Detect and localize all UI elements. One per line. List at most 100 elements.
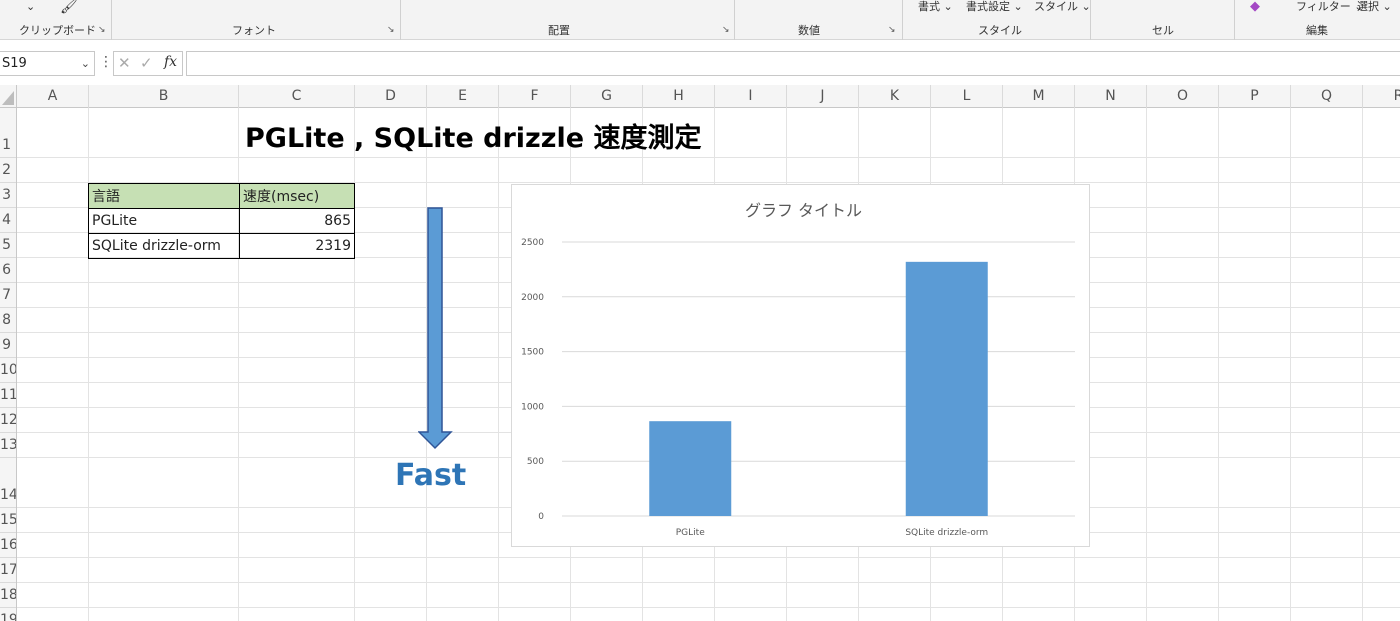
ribbon-conditional-format-button[interactable]: 書式設定 ⌄ xyxy=(966,0,1023,14)
column-header-i[interactable]: I xyxy=(715,85,787,108)
row-header-10[interactable]: 10 xyxy=(0,358,16,383)
alignment-launcher-icon[interactable]: ↘ xyxy=(722,25,730,35)
grid-row-line xyxy=(17,582,1400,583)
row-header-4[interactable]: 4 xyxy=(0,208,16,233)
grid-row-line xyxy=(17,157,1400,158)
function-icon[interactable]: fx xyxy=(164,54,177,70)
row-header-5[interactable]: 5 xyxy=(0,233,16,258)
column-header-d[interactable]: D xyxy=(355,85,427,108)
row-header-19[interactable]: 19 xyxy=(0,608,16,621)
column-header-g[interactable]: G xyxy=(571,85,643,108)
table-header-speed[interactable]: 速度(msec) xyxy=(239,183,355,209)
row-header-11[interactable]: 11 xyxy=(0,383,16,408)
x-tick-label: PGLite xyxy=(676,528,705,538)
column-header-l[interactable]: L xyxy=(931,85,1003,108)
table-header-row: 言語 速度(msec) xyxy=(88,183,355,209)
row-header-3[interactable]: 3 xyxy=(0,183,16,208)
group-style-label: スタイル xyxy=(978,24,1022,37)
grid-column-line xyxy=(1218,108,1219,621)
sheet-title[interactable]: PGLite , SQLite drizzle 速度測定 xyxy=(245,116,701,155)
group-clipboard-label: クリップボード xyxy=(19,24,96,37)
name-box[interactable]: S19 ⌄ xyxy=(0,51,95,76)
column-header-m[interactable]: M xyxy=(1003,85,1075,108)
ribbon-separator xyxy=(1090,0,1091,40)
row-header-16[interactable]: 16 xyxy=(0,533,16,558)
cancel-icon[interactable]: ✕ xyxy=(118,54,131,72)
column-header-q[interactable]: Q xyxy=(1291,85,1363,108)
column-header-k[interactable]: K xyxy=(859,85,931,108)
eraser-icon[interactable]: ◆ xyxy=(1250,0,1260,14)
paste-dropdown-icon[interactable]: ⌄ xyxy=(26,0,35,14)
column-header-b[interactable]: B xyxy=(89,85,239,108)
column-header-e[interactable]: E xyxy=(427,85,499,108)
more-options-icon[interactable]: ⋮ xyxy=(99,54,113,70)
row-header-13[interactable]: 13 xyxy=(0,433,16,458)
select-all-triangle-icon[interactable] xyxy=(0,85,17,108)
chevron-down-icon[interactable]: ⌄ xyxy=(81,52,90,75)
table-cell-value[interactable]: 2319 xyxy=(239,233,355,259)
bar-chart-svg: グラフ タイトル 0 500 1000 1500 2000 2500 PGLite SQLite… xyxy=(521,201,1075,538)
number-launcher-icon[interactable]: ↘ xyxy=(888,25,896,35)
clipboard-launcher-icon[interactable]: ↘ xyxy=(98,25,106,35)
row-header-1[interactable]: 1 xyxy=(0,108,16,158)
column-header-o[interactable]: O xyxy=(1147,85,1219,108)
row-header-2[interactable]: 2 xyxy=(0,158,16,183)
group-font-label: フォント xyxy=(232,24,276,37)
font-launcher-icon[interactable]: ↘ xyxy=(387,25,395,35)
row-header-9[interactable]: 9 xyxy=(0,333,16,358)
down-arrow-shape[interactable] xyxy=(418,207,454,451)
column-header-n[interactable]: N xyxy=(1075,85,1147,108)
ribbon-separator xyxy=(400,0,401,40)
column-header-r[interactable]: R xyxy=(1363,85,1400,108)
ribbon-filter-button[interactable]: フィルター ⌄ xyxy=(1296,0,1364,14)
select-all-corner[interactable] xyxy=(0,85,17,108)
grid-row-line xyxy=(17,607,1400,608)
grid-column-line xyxy=(498,108,499,621)
row-header-15[interactable]: 15 xyxy=(0,508,16,533)
fast-label[interactable]: Fast xyxy=(395,458,466,493)
format-painter-icon[interactable]: 🖌 xyxy=(60,0,78,14)
row-header-6[interactable]: 6 xyxy=(0,258,16,283)
ribbon-separator xyxy=(734,0,735,40)
formula-input[interactable] xyxy=(186,51,1400,76)
column-header-f[interactable]: F xyxy=(499,85,571,108)
y-tick-label: 500 xyxy=(527,457,544,467)
table-row: PGLite 865 xyxy=(88,208,355,234)
y-tick-label: 2500 xyxy=(521,238,544,248)
column-header-p[interactable]: P xyxy=(1219,85,1291,108)
row-header-8[interactable]: 8 xyxy=(0,308,16,333)
formula-bar: S19 ⌄ ⋮ ✕ ✓ fx xyxy=(0,48,1400,80)
column-header-c[interactable]: C xyxy=(239,85,355,108)
column-header-j[interactable]: J xyxy=(787,85,859,108)
row-header-17[interactable]: 17 xyxy=(0,558,16,583)
grid-column-line xyxy=(1290,108,1291,621)
row-header-18[interactable]: 18 xyxy=(0,583,16,608)
chart-bar[interactable] xyxy=(649,421,732,516)
ribbon-format-button[interactable]: 書式 ⌄ xyxy=(918,0,953,14)
row-header-14[interactable]: 14 xyxy=(0,458,16,508)
ribbon-cell-style-button[interactable]: スタイル ⌄ xyxy=(1034,0,1091,14)
chart-bar[interactable] xyxy=(905,261,988,516)
grid-column-line xyxy=(1146,108,1147,621)
check-icon[interactable]: ✓ xyxy=(140,54,153,72)
table-cell-name[interactable]: SQLite drizzle-orm xyxy=(88,233,240,259)
column-headers: ABCDEFGHIJKLMNOPQR xyxy=(0,85,1400,108)
ribbon-select-button[interactable]: 選択 ⌄ xyxy=(1357,0,1392,14)
column-header-a[interactable]: A xyxy=(17,85,89,108)
ribbon-separator xyxy=(1234,0,1235,40)
table-header-language[interactable]: 言語 xyxy=(88,183,240,209)
table-cell-value[interactable]: 865 xyxy=(239,208,355,234)
ribbon-group-labels: クリップボード ↘ フォント ↘ 配置 ↘ 数値 ↘ スタイル セル 編集 xyxy=(0,23,1400,40)
data-table: 言語 速度(msec) PGLite 865 SQLite drizzle-or… xyxy=(88,183,355,259)
y-tick-label: 2000 xyxy=(521,293,544,303)
name-box-value: S19 xyxy=(2,56,27,71)
ribbon-separator xyxy=(111,0,112,40)
y-tick-label: 0 xyxy=(538,512,544,522)
bar-chart[interactable]: グラフ タイトル 0 500 1000 1500 2000 2500 PGLite SQLite… xyxy=(511,184,1090,547)
x-tick-label: SQLite drizzle-orm xyxy=(905,528,988,538)
ribbon-top-row: ⌄ 🖌 書式 ⌄ 書式設定 ⌄ スタイル ⌄ ◆ フィルター ⌄ 選択 ⌄ xyxy=(0,0,1400,20)
table-cell-name[interactable]: PGLite xyxy=(88,208,240,234)
row-header-12[interactable]: 12 xyxy=(0,408,16,433)
column-header-h[interactable]: H xyxy=(643,85,715,108)
row-header-7[interactable]: 7 xyxy=(0,283,16,308)
